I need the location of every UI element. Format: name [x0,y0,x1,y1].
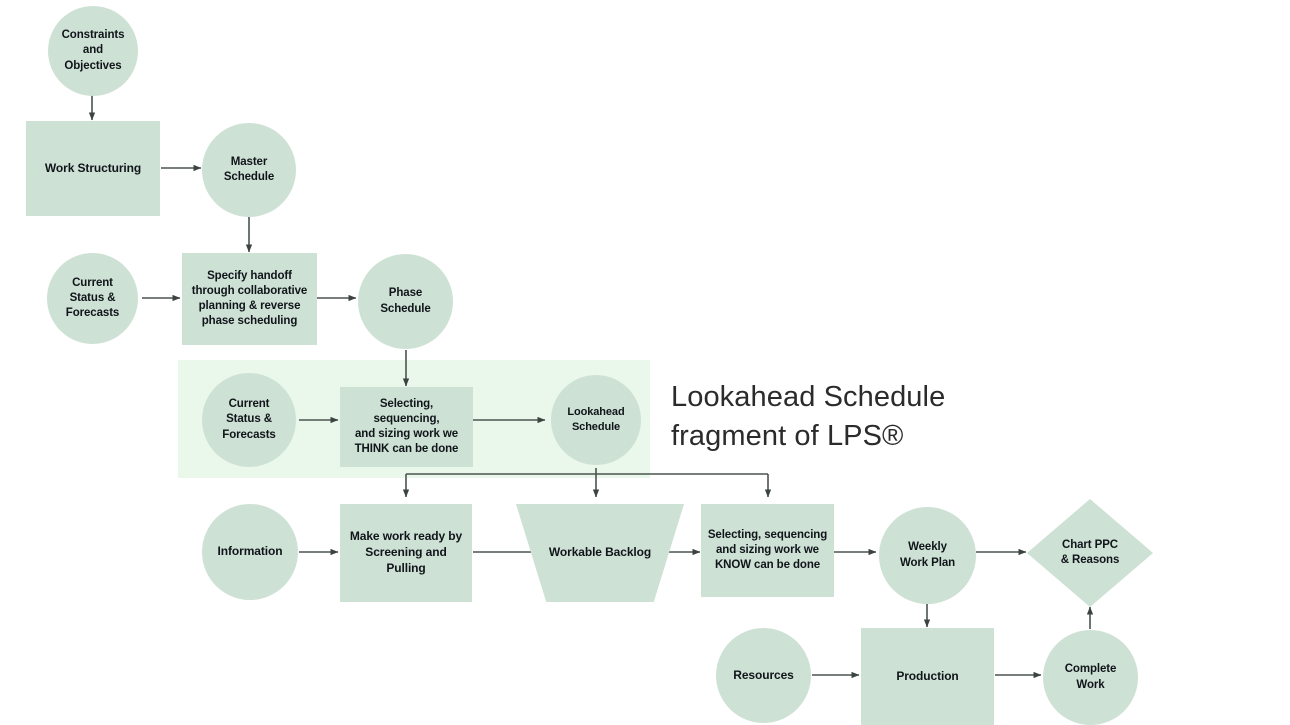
node-label: Selecting, sequencing and sizing work we… [707,528,828,572]
node-label: Make work ready by Screening and Pulling [349,529,463,575]
node-specify-handoff[interactable]: Specify handoff through collaborative pl… [182,253,317,345]
node-selecting-know[interactable]: Selecting, sequencing and sizing work we… [701,504,834,597]
node-label: Specify handoff through collaborative pl… [191,269,308,328]
node-label: Master Schedule [223,155,275,183]
node-label: Phase Schedule [380,287,431,315]
node-current-status-forecasts-lower[interactable]: Current Status & Forecasts [202,373,296,467]
node-workable-backlog[interactable]: Workable Backlog [516,504,684,602]
node-weekly-work-plan[interactable]: Weekly Work Plan [879,507,976,604]
node-information[interactable]: Information [202,504,298,600]
node-work-structuring[interactable]: Work Structuring [26,121,160,216]
node-label: Current Status & Forecasts [222,398,276,441]
node-label: Chart PPC & Reasons [1060,538,1120,566]
node-label: Information [217,544,283,559]
node-phase-schedule[interactable]: Phase Schedule [358,254,453,349]
diagram-title: Lookahead Schedule fragment of LPS® [671,381,946,452]
node-resources[interactable]: Resources [716,628,811,723]
node-selecting-think[interactable]: Selecting, sequencing, and sizing work w… [340,387,473,467]
node-chart-ppc-reasons[interactable]: Chart PPC & Reasons [1027,499,1153,607]
node-label: Selecting, sequencing, and sizing work w… [354,397,459,456]
node-label: Resources [733,667,794,682]
diagram-canvas: Constraints and Objectives Work Structur… [0,0,1290,725]
node-make-work-ready[interactable]: Make work ready by Screening and Pulling [340,504,472,602]
node-master-schedule[interactable]: Master Schedule [202,123,296,217]
node-label: Work Structuring [44,160,142,175]
node-label: Current Status & Forecasts [65,276,120,320]
node-label: Lookahead Schedule [567,406,625,433]
node-label: Constraints and Objectives [61,29,125,72]
node-label: Production [896,668,959,683]
node-complete-work[interactable]: Complete Work [1043,630,1138,725]
node-current-status-forecasts-upper[interactable]: Current Status & Forecasts [47,253,138,344]
node-label: Complete Work [1064,663,1117,691]
node-label: Weekly Work Plan [899,541,956,569]
node-lookahead-schedule[interactable]: Lookahead Schedule [551,375,641,465]
node-production[interactable]: Production [861,628,994,725]
node-label: Workable Backlog [548,545,652,560]
node-constraints-and-objectives[interactable]: Constraints and Objectives [48,6,138,96]
